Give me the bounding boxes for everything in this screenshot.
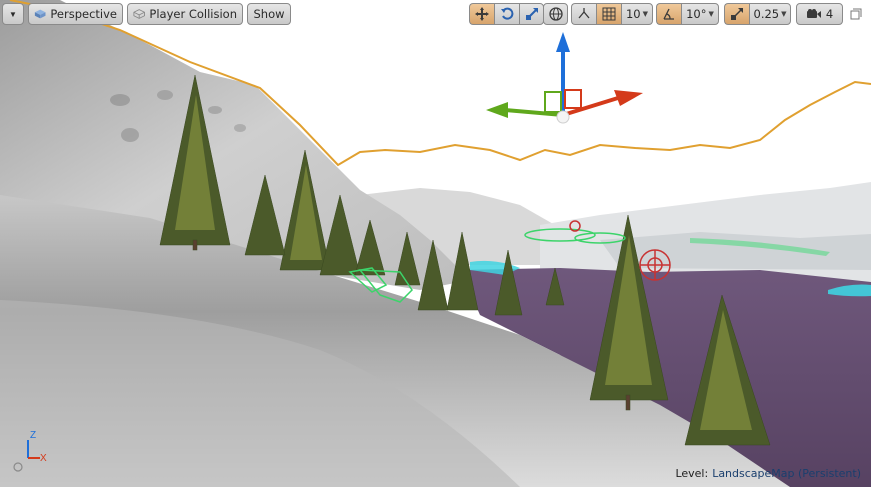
surface-snap-button[interactable] [571, 3, 596, 25]
grid-snap-value-dropdown[interactable]: 10 ▼ [621, 3, 653, 25]
surface-snap-icon [578, 8, 590, 19]
axis-z-label: Z [30, 430, 36, 441]
perspective-label: Perspective [50, 7, 117, 21]
world-local-button[interactable] [543, 3, 568, 25]
player-collision-label: Player Collision [149, 7, 237, 21]
level-viewport[interactable]: Z X ▼ Perspective Player Collision Show [0, 0, 871, 487]
rotation-snap-group: 10° ▼ [656, 3, 719, 25]
rotation-snap-toggle[interactable] [656, 3, 681, 25]
translate-button[interactable] [469, 3, 494, 25]
grid-snap-toggle[interactable] [596, 3, 621, 25]
camera-icon [806, 9, 821, 18]
rotation-snap-value-dropdown[interactable]: 10° ▼ [681, 3, 719, 25]
grid-icon [602, 7, 616, 21]
scale-icon [525, 8, 538, 20]
chevron-down-icon: ▼ [642, 10, 649, 18]
perspective-button[interactable]: Perspective [28, 3, 123, 25]
scale-snap-group: 0.25 ▼ [724, 3, 791, 25]
angle-icon [663, 8, 674, 20]
level-label: Level: [675, 467, 709, 480]
globe-icon [548, 7, 563, 21]
camera-speed-value: 4 [825, 7, 834, 21]
show-label: Show [253, 7, 285, 21]
grid-snap-group: 10 ▼ [571, 3, 653, 25]
scale-snap-value: 0.25 [753, 7, 780, 21]
current-level-info: Level: LandscapeMap (Persistent) [675, 467, 861, 480]
rotation-snap-value: 10° [686, 7, 707, 21]
landscape-scene[interactable]: Z X [0, 0, 871, 487]
transform-tools-group [469, 3, 544, 25]
viewport-options-button[interactable]: ▼ [2, 3, 24, 25]
move-arrows-icon [475, 7, 489, 21]
rotate-button[interactable] [494, 3, 519, 25]
wireframe-cube-icon [133, 9, 145, 19]
chevron-down-icon: ▼ [708, 10, 714, 18]
rotate-icon [501, 7, 514, 20]
maximize-icon [850, 8, 862, 20]
player-collision-button[interactable]: Player Collision [127, 3, 243, 25]
maximize-viewport-button[interactable] [848, 6, 864, 22]
scale-snap-toggle[interactable] [724, 3, 749, 25]
axis-x-label: X [40, 453, 47, 464]
show-button[interactable]: Show [247, 3, 291, 25]
chevron-down-icon: ▼ [9, 9, 17, 19]
level-name: LandscapeMap (Persistent) [712, 467, 861, 480]
camera-speed-button[interactable]: 4 [796, 3, 843, 25]
chevron-down-icon: ▼ [781, 10, 787, 18]
scale-snap-icon [731, 8, 743, 20]
grid-snap-value: 10 [625, 7, 641, 21]
scale-button[interactable] [519, 3, 544, 25]
perspective-cube-icon [34, 9, 46, 19]
scale-snap-value-dropdown[interactable]: 0.25 ▼ [749, 3, 791, 25]
